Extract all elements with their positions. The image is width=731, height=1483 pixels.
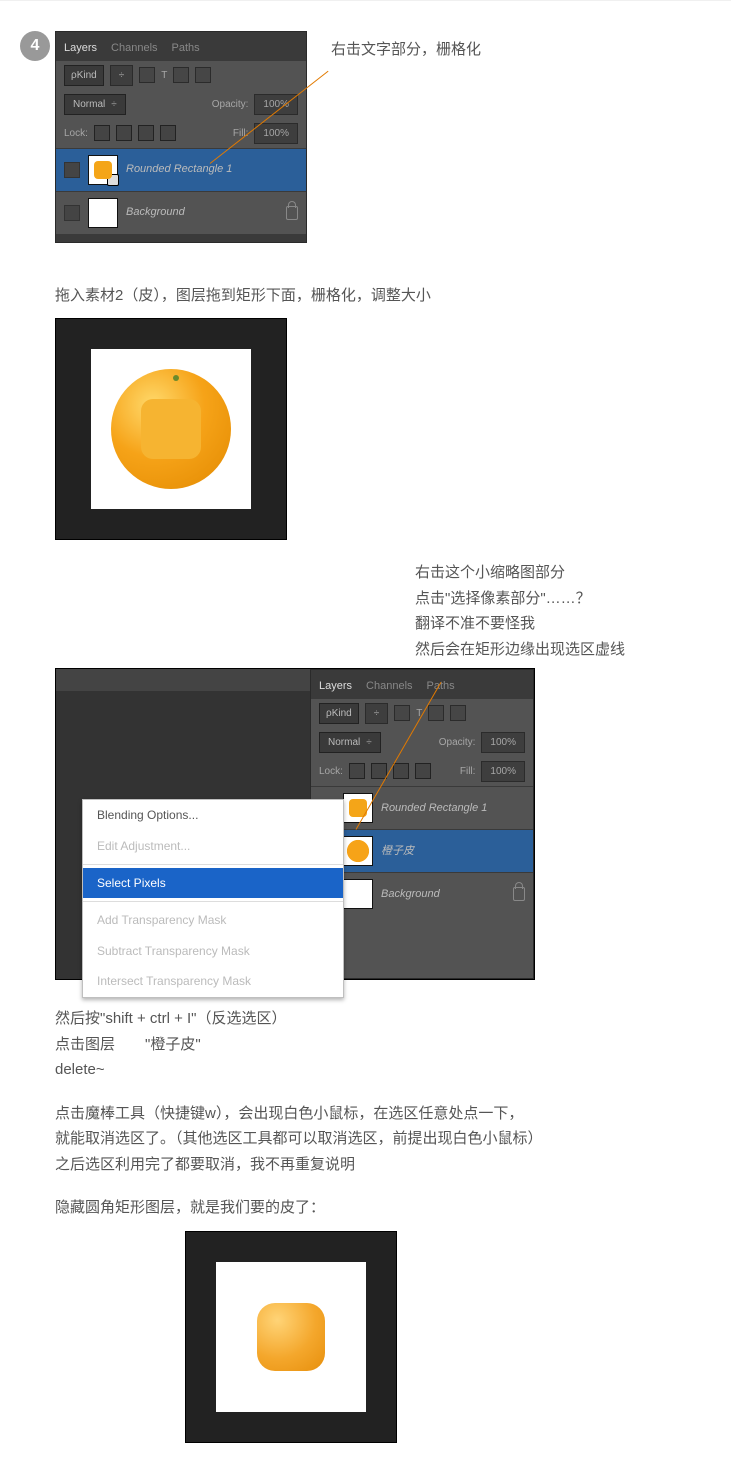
layer-name[interactable]: Rounded Rectangle 1 <box>126 160 232 179</box>
instruction-invert-delete: 然后按"shift + ctrl + I"（反选选区） 点击图层 "橙子皮" d… <box>55 1006 731 1083</box>
lock-label: Lock: <box>319 763 343 780</box>
kind-filter[interactable]: ρKind <box>319 703 359 724</box>
visibility-icon[interactable] <box>64 162 80 178</box>
menu-select-pixels[interactable]: Select Pixels <box>83 868 343 898</box>
annot2-line3: 翻译不准不要怪我 <box>415 611 731 637</box>
lock-label: Lock: <box>64 125 88 142</box>
tab-channels[interactable]: Channels <box>366 674 412 699</box>
instruction-drag-material: 拖入素材2（皮），图层拖到矩形下面，栅格化，调整大小 <box>55 283 731 309</box>
tab-paths[interactable]: Paths <box>172 36 200 61</box>
instr2-l1: 然后按"shift + ctrl + I"（反选选区） <box>55 1006 731 1032</box>
menu-add-transparency-mask: Add Transparency Mask <box>83 905 343 935</box>
screenshot-select-pixels: Layers Channels Paths ρKind ÷ T Normal ÷… <box>55 668 535 980</box>
lock-pixels-icon[interactable] <box>116 125 132 141</box>
annot2-line2: 点击"选择像素部分"……？ <box>415 586 731 612</box>
layer-name: Background <box>126 203 185 222</box>
kind-dropdown[interactable]: ÷ <box>110 65 134 86</box>
menu-intersect-transparency-mask: Intersect Transparency Mask <box>83 966 343 996</box>
tab-channels[interactable]: Channels <box>111 36 157 61</box>
instruction-hide-layer: 隐藏圆角矩形图层，就是我们要的皮了： <box>55 1195 731 1221</box>
instr3-l3: 之后选区利用完了都要取消，我不再重复说明 <box>55 1152 731 1178</box>
layer-thumbnail[interactable] <box>343 879 373 909</box>
layer-background[interactable]: Background <box>311 872 533 915</box>
layer-background[interactable]: Background <box>56 191 306 234</box>
opacity-label: Opacity: <box>212 96 249 113</box>
annot2-line1: 右击这个小缩略图部分 <box>415 560 731 586</box>
layers-panel-1: Layers Channels Paths ρKind ÷ T Normal ÷ <box>55 31 307 243</box>
layer-orange-skin[interactable]: 橙子皮 <box>311 829 533 872</box>
kind-filter[interactable]: ρKind <box>64 65 104 86</box>
lock-all-icon[interactable] <box>160 125 176 141</box>
filter-shape-icon[interactable] <box>173 67 189 83</box>
layer-thumbnail-target[interactable] <box>343 836 373 866</box>
annotation-rasterize: 右击文字部分，栅格化 <box>331 37 481 63</box>
layer-name: Background <box>381 885 440 904</box>
instruction-magic-wand: 点击魔棒工具（快捷键w），会出现白色小鼠标，在选区任意处点一下， 就能取消选区了… <box>55 1101 731 1178</box>
lock-all-icon[interactable] <box>415 763 431 779</box>
tab-layers[interactable]: Layers <box>64 36 97 61</box>
menu-subtract-transparency-mask: Subtract Transparency Mask <box>83 936 343 966</box>
filter-smart-icon[interactable] <box>195 67 211 83</box>
instr2-l2: 点击图层 "橙子皮" <box>55 1032 731 1058</box>
filter-shape-icon[interactable] <box>428 705 444 721</box>
filter-smart-icon[interactable] <box>450 705 466 721</box>
filter-text-icon[interactable]: T <box>161 67 167 84</box>
lock-position-icon[interactable] <box>393 763 409 779</box>
opacity-value[interactable]: 100% <box>481 732 525 753</box>
panel-tabs: Layers Channels Paths <box>56 32 306 61</box>
fill-label: Fill: <box>460 763 476 780</box>
menu-blending-options[interactable]: Blending Options... <box>83 800 343 830</box>
step-badge: 4 <box>20 31 50 61</box>
annot2-line4: 然后会在矩形边缘出现选区虚线 <box>415 637 731 663</box>
layer-thumbnail[interactable] <box>88 155 118 185</box>
blend-mode-dropdown[interactable]: Normal ÷ <box>319 732 381 753</box>
layer-rounded-rectangle[interactable]: Rounded Rectangle 1 <box>56 148 306 191</box>
annotation-thumbnail-select: 右击这个小缩略图部分 点击"选择像素部分"……？ 翻译不准不要怪我 然后会在矩形… <box>415 560 731 662</box>
tab-paths[interactable]: Paths <box>427 674 455 699</box>
fill-value[interactable]: 100% <box>481 761 525 782</box>
instr3-l2: 就能取消选区了。（其他选区工具都可以取消选区，前提出现白色小鼠标） <box>55 1126 731 1152</box>
layer-name: 橙子皮 <box>381 842 414 861</box>
panel-tabs: Layers Channels Paths <box>311 670 533 699</box>
instr2-l3: delete~ <box>55 1057 731 1083</box>
filter-icon[interactable] <box>139 67 155 83</box>
blend-mode-dropdown[interactable]: Normal ÷ <box>64 94 126 115</box>
visibility-icon[interactable] <box>64 205 80 221</box>
lock-transparent-icon[interactable] <box>94 125 110 141</box>
context-menu: Blending Options... Edit Adjustment... S… <box>82 799 344 997</box>
instr3-l1: 点击魔棒工具（快捷键w），会出现白色小鼠标，在选区任意处点一下， <box>55 1101 731 1127</box>
kind-dropdown[interactable]: ÷ <box>365 703 389 724</box>
fill-value[interactable]: 100% <box>254 123 298 144</box>
canvas-result <box>185 1231 397 1443</box>
menu-edit-adjustment: Edit Adjustment... <box>83 831 343 861</box>
canvas-orange-square <box>55 318 287 540</box>
lock-position-icon[interactable] <box>138 125 154 141</box>
lock-transparent-icon[interactable] <box>349 763 365 779</box>
opacity-label: Opacity: <box>439 734 476 751</box>
layer-thumbnail[interactable] <box>88 198 118 228</box>
layer-name: Rounded Rectangle 1 <box>381 799 487 818</box>
layer-rounded-rectangle[interactable]: Rounded Rectangle 1 <box>311 786 533 829</box>
filter-icon[interactable] <box>394 705 410 721</box>
lock-icon <box>513 887 525 901</box>
result-orange-skin <box>257 1303 325 1371</box>
tab-layers[interactable]: Layers <box>319 674 352 699</box>
lock-icon <box>286 206 298 220</box>
